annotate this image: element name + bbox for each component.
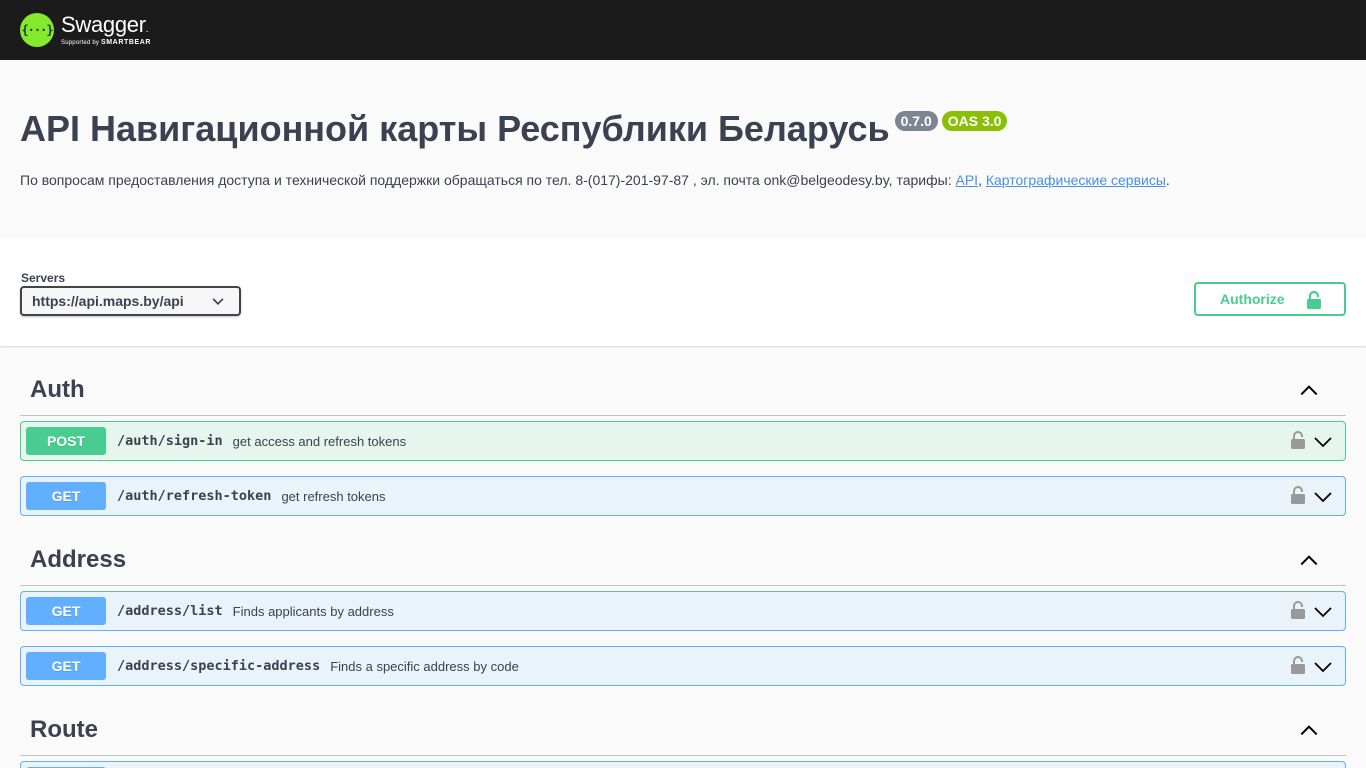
- oas-badge: OAS 3.0: [941, 111, 1008, 131]
- method-badge: GET: [26, 597, 106, 625]
- tag-title: Route: [30, 716, 98, 743]
- chevron-down-icon[interactable]: [1313, 487, 1333, 507]
- operation-get-address-list[interactable]: GET /address/list Finds applicants by ad…: [20, 591, 1346, 631]
- chevron-down-icon[interactable]: [1313, 432, 1333, 452]
- tag-title: Auth: [30, 376, 85, 403]
- logo-text: Swagger. Supported by SMARTBEAR: [61, 12, 152, 47]
- operation-path: /address/list: [117, 603, 223, 619]
- authorize-button[interactable]: Authorize: [1194, 282, 1346, 316]
- tag-auth[interactable]: Auth: [20, 346, 1346, 416]
- operation-get-address-specific-address[interactable]: GET /address/specific-address Finds a sp…: [20, 646, 1346, 686]
- lock-icon[interactable]: [1291, 485, 1305, 505]
- chevron-down-icon[interactable]: [1313, 657, 1333, 677]
- scheme-container: Servers https://api.maps.by/api Authoriz…: [0, 238, 1366, 346]
- operation-summary: get refresh tokens: [281, 488, 386, 504]
- link-map-services[interactable]: Картографические сервисы: [986, 172, 1166, 188]
- api-info: API Навигационной карты Республики Белар…: [0, 60, 1366, 238]
- chevron-down-icon[interactable]: [1313, 602, 1333, 622]
- operations-wrapper: Auth POST /auth/sign-in get access and r…: [0, 346, 1366, 768]
- lock-icon[interactable]: [1291, 655, 1305, 675]
- tag-title: Address: [30, 546, 127, 573]
- tag-address[interactable]: Address: [20, 516, 1346, 586]
- link-api[interactable]: API: [955, 172, 978, 188]
- operation-path: /auth/sign-in: [117, 433, 223, 449]
- operation-summary: Finds applicants by address: [232, 603, 394, 619]
- operation-summary: Finds a specific address by code: [330, 658, 519, 674]
- chevron-up-icon[interactable]: [1298, 719, 1320, 741]
- chevron-up-icon[interactable]: [1298, 379, 1320, 401]
- servers-label: Servers: [21, 271, 66, 285]
- topbar: {···} Swagger. Supported by SMARTBEAR: [0, 0, 1366, 60]
- swagger-logo[interactable]: {···} Swagger. Supported by SMARTBEAR: [20, 13, 151, 47]
- method-badge: POST: [26, 427, 106, 455]
- operation-get-route-partial[interactable]: [20, 761, 1346, 768]
- brand-sub: Supported by SMARTBEAR: [61, 39, 152, 46]
- tag-route[interactable]: Route: [20, 686, 1346, 756]
- lock-icon: [1307, 290, 1321, 309]
- servers-selected-value: https://api.maps.by/api: [32, 293, 184, 309]
- operation-path: /auth/refresh-token: [117, 488, 272, 504]
- page-title: API Навигационной карты Республики Белар…: [20, 108, 890, 149]
- method-badge: GET: [26, 482, 106, 510]
- authorize-label: Authorize: [1220, 291, 1285, 307]
- version-badge: 0.7.0: [894, 111, 938, 131]
- method-badge: GET: [26, 652, 106, 680]
- lock-icon[interactable]: [1291, 600, 1305, 620]
- operation-post-auth-sign-in[interactable]: POST /auth/sign-in get access and refres…: [20, 421, 1346, 461]
- chevron-down-icon: [212, 298, 224, 305]
- api-description: По вопросам предоставления доступа и тех…: [20, 172, 1170, 188]
- servers-select[interactable]: https://api.maps.by/api: [20, 286, 241, 316]
- chevron-up-icon[interactable]: [1298, 549, 1320, 571]
- operation-get-auth-refresh-token[interactable]: GET /auth/refresh-token get refresh toke…: [20, 476, 1346, 516]
- swagger-logo-icon: {···}: [20, 13, 54, 47]
- brand-name: Swagger.: [61, 12, 149, 37]
- operation-summary: get access and refresh tokens: [232, 433, 407, 449]
- operation-path: /address/specific-address: [117, 658, 321, 674]
- lock-icon[interactable]: [1291, 430, 1305, 450]
